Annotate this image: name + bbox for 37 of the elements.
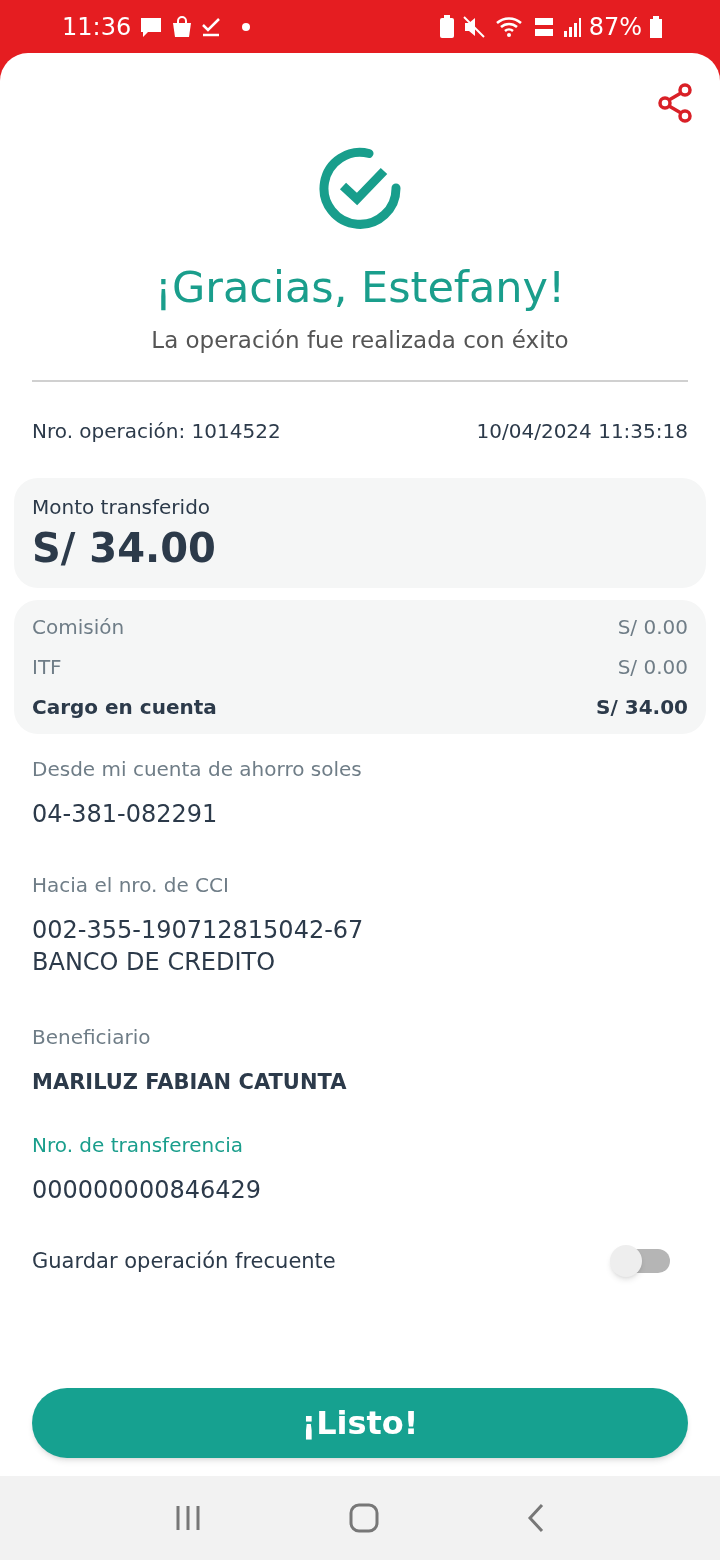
save-frequent-label: Guardar operación frecuente — [32, 1247, 336, 1275]
detail-value: 002-355-190712815042-67 — [32, 914, 365, 946]
share-icon[interactable] — [658, 83, 694, 123]
thank-you-title: ¡Gracias, Estefany! — [153, 261, 567, 314]
detail-value: BANCO DE CREDITO — [32, 946, 277, 978]
checkmark-icon — [201, 16, 222, 37]
charge-value: S/ 0.00 — [617, 613, 688, 641]
detail-label: Hacia el nro. de CCI — [32, 871, 230, 899]
detail-label: Desde mi cuenta de ahorro soles — [32, 755, 363, 783]
detail-label: Nro. de transferencia — [32, 1131, 245, 1159]
charge-value: S/ 34.00 — [596, 693, 688, 721]
status-time: 11:36 — [62, 11, 132, 43]
charge-label: ITF — [32, 653, 62, 681]
charge-label: Cargo en cuenta — [32, 693, 217, 721]
detail-value: 04-381-082291 — [32, 798, 219, 830]
success-message: La operación fue realizada con éxito — [150, 326, 570, 355]
signal-icon — [562, 16, 581, 37]
operation-datetime: 10/04/2024 11:35:18 — [476, 417, 688, 445]
battery-percent: 87% — [588, 11, 642, 43]
dot-icon — [241, 21, 252, 32]
amount-label: Monto transferido — [32, 493, 212, 521]
message-icon — [139, 15, 164, 38]
detail-value: 000000000846429 — [32, 1174, 263, 1206]
home-icon[interactable] — [349, 1503, 379, 1533]
battery-saver-icon — [438, 14, 455, 39]
battery-icon — [650, 15, 662, 38]
success-check-icon — [317, 145, 403, 231]
amount-value: S/ 34.00 — [32, 523, 217, 573]
detail-value: MARILUZ FABIAN CATUNTA — [32, 1068, 348, 1096]
save-frequent-toggle[interactable] — [610, 1247, 670, 1276]
charge-label: Comisión — [32, 613, 125, 641]
mute-icon — [462, 15, 487, 38]
operation-number: Nro. operación: 1014522 — [32, 417, 281, 445]
detail-label: Beneficiario — [32, 1023, 152, 1051]
done-button[interactable]: ¡Listo! — [32, 1388, 688, 1458]
bag-icon — [171, 15, 194, 38]
charge-value: S/ 0.00 — [617, 653, 688, 681]
